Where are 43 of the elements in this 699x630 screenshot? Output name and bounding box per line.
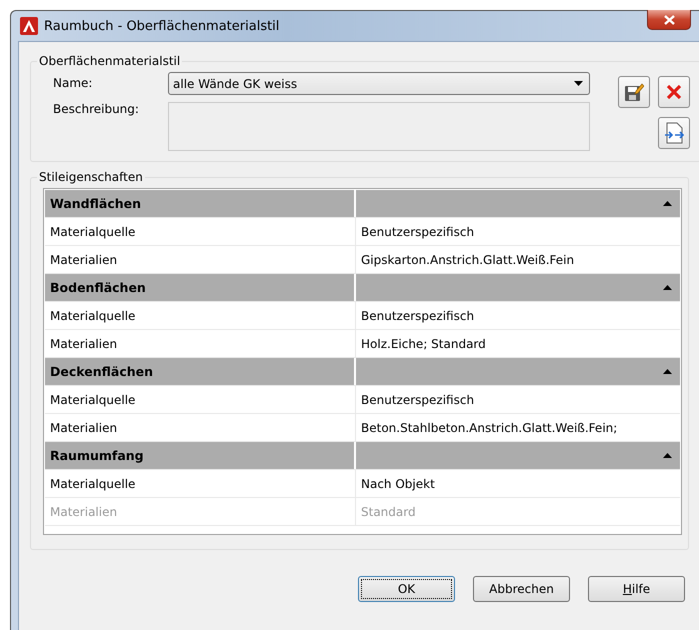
close-icon xyxy=(664,14,674,24)
name-label: Name: xyxy=(52,75,94,92)
property-value[interactable]: Holz.Eiche; Standard xyxy=(356,330,680,357)
section-header[interactable]: Deckenflächen xyxy=(45,358,356,385)
property-value[interactable]: Benutzerspezifisch xyxy=(356,218,680,245)
property-name: Materialien xyxy=(45,498,356,525)
property-name: Materialien xyxy=(45,414,356,441)
property-value[interactable]: Nach Objekt xyxy=(356,470,680,497)
description-field[interactable] xyxy=(168,102,590,151)
property-name: Materialien xyxy=(45,330,356,357)
app-logo-icon xyxy=(20,17,38,35)
property-value[interactable]: Gipskarton.Anstrich.Glatt.Weiß.Fein xyxy=(356,246,680,273)
document-arrows-icon xyxy=(664,122,684,144)
property-name: Materialquelle xyxy=(45,386,356,413)
property-name: Materialien xyxy=(45,246,356,273)
property-name: Materialquelle xyxy=(45,470,356,497)
property-value[interactable]: Benutzerspezifisch xyxy=(356,386,680,413)
property-name: Materialquelle xyxy=(45,218,356,245)
section-header[interactable]: Raumumfang xyxy=(45,442,356,469)
dialog-button[interactable]: Hilfe xyxy=(588,576,685,602)
property-value[interactable]: Beton.Stahlbeton.Anstrich.Glatt.Weiß.Fein; xyxy=(356,414,680,441)
group-title: Stileigenschaften xyxy=(38,170,144,184)
section-header[interactable]: Bodenflächen xyxy=(45,274,356,301)
delete-button[interactable] xyxy=(658,76,690,108)
save-button[interactable] xyxy=(618,76,650,108)
floppy-disk-icon xyxy=(624,82,644,102)
dialog-button[interactable]: Abbrechen xyxy=(473,576,570,602)
collapse-arrow-icon[interactable] xyxy=(663,369,672,374)
property-name: Materialquelle xyxy=(45,302,356,329)
group-title: Oberflächenmaterialstil xyxy=(38,54,182,68)
section-header[interactable]: Wandflächen xyxy=(45,190,356,217)
property-value[interactable]: Benutzerspezifisch xyxy=(356,302,680,329)
close-button[interactable] xyxy=(647,10,691,30)
name-dropdown[interactable]: alle Wände GK weiss xyxy=(168,72,590,95)
transfer-button[interactable] xyxy=(658,116,690,148)
collapse-arrow-icon[interactable] xyxy=(663,201,672,206)
collapse-arrow-icon[interactable] xyxy=(663,285,672,290)
delete-icon xyxy=(666,84,682,100)
window-title: Raumbuch - Oberflächenmaterialstil xyxy=(44,18,280,34)
description-label: Beschreibung: xyxy=(52,101,140,118)
dropdown-caret-icon xyxy=(574,81,583,86)
collapse-arrow-icon[interactable] xyxy=(663,453,672,458)
dialog-button[interactable]: OK xyxy=(358,576,455,602)
